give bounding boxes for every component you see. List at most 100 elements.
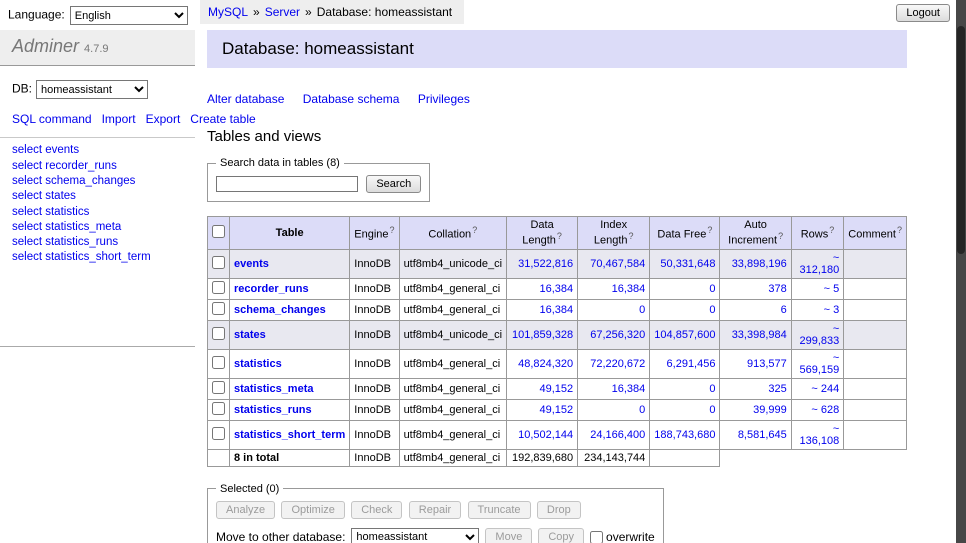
value-link[interactable]: 24,166,400 [590, 429, 645, 441]
copy-button[interactable]: Copy [538, 528, 584, 543]
value-link[interactable]: 0 [709, 304, 715, 316]
table-name-link[interactable]: statistics [234, 358, 282, 370]
value-link[interactable]: 16,384 [539, 283, 573, 295]
column-header-data-free[interactable]: Data Free? [650, 217, 720, 250]
sidebar-item-select-statistics_meta[interactable]: select statistics_meta [12, 221, 121, 233]
table-name-link[interactable]: states [234, 329, 266, 341]
database-schema-link[interactable]: Database schema [303, 92, 400, 106]
value-link[interactable]: 16,384 [539, 304, 573, 316]
select-all-checkbox[interactable] [212, 225, 225, 238]
value-link[interactable]: 6,291,456 [667, 358, 716, 370]
row-checkbox[interactable] [212, 402, 225, 415]
column-header-auto-increment[interactable]: Auto Increment? [720, 217, 791, 250]
search-input[interactable] [216, 176, 358, 192]
value-link[interactable]: ~ 312,180 [800, 252, 840, 276]
sidebar-item-select-statistics_runs[interactable]: select statistics_runs [12, 236, 118, 248]
value-link[interactable]: 0 [709, 383, 715, 395]
overwrite-checkbox[interactable] [590, 531, 603, 543]
value-link[interactable]: ~ 5 [824, 283, 840, 295]
sidebar-link-export[interactable]: Export [146, 112, 181, 126]
value-link[interactable]: 72,220,672 [590, 358, 645, 370]
db-select[interactable]: homeassistant [36, 80, 148, 99]
drop-button[interactable]: Drop [537, 501, 581, 519]
value-link[interactable]: 8,581,645 [738, 429, 787, 441]
value-link[interactable]: ~ 628 [811, 404, 839, 416]
column-header-collation[interactable]: Collation? [399, 217, 506, 250]
repair-button[interactable]: Repair [409, 501, 461, 519]
column-header-index-length[interactable]: Index Length? [578, 217, 650, 250]
value-link[interactable]: 10,502,144 [518, 429, 573, 441]
optimize-button[interactable]: Optimize [281, 501, 344, 519]
check-button[interactable]: Check [351, 501, 402, 519]
row-checkbox[interactable] [212, 281, 225, 294]
column-header-comment[interactable]: Comment? [844, 217, 907, 250]
search-button[interactable]: Search [366, 175, 421, 193]
value-link[interactable]: ~ 136,108 [800, 423, 840, 447]
table-name-link[interactable]: statistics_meta [234, 383, 314, 395]
value-link[interactable]: 378 [768, 283, 786, 295]
value-link[interactable]: 49,152 [539, 383, 573, 395]
logout-button[interactable]: Logout [896, 4, 950, 22]
row-checkbox[interactable] [212, 327, 225, 340]
table-name-link[interactable]: statistics_short_term [234, 429, 345, 441]
value-link[interactable]: 48,824,320 [518, 358, 573, 370]
truncate-button[interactable]: Truncate [468, 501, 531, 519]
column-header-engine[interactable]: Engine? [350, 217, 399, 250]
row-checkbox[interactable] [212, 381, 225, 394]
table-name-link[interactable]: events [234, 258, 269, 270]
value-link[interactable]: 188,743,680 [654, 429, 715, 441]
value-link[interactable]: ~ 569,159 [800, 352, 840, 376]
value-link[interactable]: 16,384 [612, 383, 646, 395]
column-header-rows[interactable]: Rows? [791, 217, 844, 250]
value-link[interactable]: 101,859,328 [512, 329, 573, 341]
language-select[interactable]: English [70, 6, 188, 25]
value-link[interactable]: 0 [639, 404, 645, 416]
value-link[interactable]: ~ 244 [811, 383, 839, 395]
value-link[interactable]: 325 [768, 383, 786, 395]
value-link[interactable]: 6 [781, 304, 787, 316]
value-link[interactable]: 67,256,320 [590, 329, 645, 341]
column-header-table[interactable]: Table [230, 217, 350, 250]
value-link[interactable]: 39,999 [753, 404, 787, 416]
value-link[interactable]: 33,898,196 [732, 258, 787, 270]
table-name-link[interactable]: schema_changes [234, 304, 326, 316]
sidebar-item-select-states[interactable]: select states [12, 190, 76, 202]
value-link[interactable]: 0 [639, 304, 645, 316]
value-link[interactable]: 0 [709, 283, 715, 295]
value-link[interactable]: 0 [709, 404, 715, 416]
sidebar-item-select-events[interactable]: select events [12, 144, 79, 156]
sidebar-item-select-statistics_short_term[interactable]: select statistics_short_term [12, 251, 151, 263]
table-name-link[interactable]: recorder_runs [234, 283, 309, 295]
value-link[interactable]: 49,152 [539, 404, 573, 416]
value-link[interactable]: 50,331,648 [660, 258, 715, 270]
breadcrumb-server-link[interactable]: Server [265, 5, 300, 19]
move-button[interactable]: Move [485, 528, 532, 543]
alter-database-link[interactable]: Alter database [207, 92, 284, 106]
table-name-link[interactable]: statistics_runs [234, 404, 312, 416]
value-link[interactable]: 31,522,816 [518, 258, 573, 270]
sidebar-item-select-recorder_runs[interactable]: select recorder_runs [12, 160, 117, 172]
privileges-link[interactable]: Privileges [418, 92, 470, 106]
value-link[interactable]: 70,467,584 [590, 258, 645, 270]
app-logo-link[interactable]: Adminer [12, 36, 79, 56]
row-checkbox[interactable] [212, 356, 225, 369]
sidebar-link-sql-command[interactable]: SQL command [12, 112, 92, 126]
scrollbar-thumb[interactable] [957, 26, 965, 254]
value-link[interactable]: 16,384 [612, 283, 646, 295]
value-link[interactable]: 33,398,984 [732, 329, 787, 341]
sidebar-item-select-statistics[interactable]: select statistics [12, 206, 89, 218]
value-link[interactable]: ~ 299,833 [800, 323, 840, 347]
sidebar-item-select-schema_changes[interactable]: select schema_changes [12, 175, 135, 187]
vertical-scrollbar[interactable] [956, 0, 966, 543]
value-link[interactable]: ~ 3 [824, 304, 840, 316]
value-link[interactable]: 104,857,600 [654, 329, 715, 341]
row-checkbox[interactable] [212, 256, 225, 269]
value-link[interactable]: 913,577 [747, 358, 787, 370]
column-header-data-length[interactable]: Data Length? [507, 217, 578, 250]
breadcrumb-mysql-link[interactable]: MySQL [208, 5, 248, 19]
analyze-button[interactable]: Analyze [216, 501, 275, 519]
move-database-select[interactable]: homeassistant [351, 528, 479, 543]
row-checkbox[interactable] [212, 302, 225, 315]
sidebar-link-import[interactable]: Import [102, 112, 136, 126]
row-checkbox[interactable] [212, 427, 225, 440]
